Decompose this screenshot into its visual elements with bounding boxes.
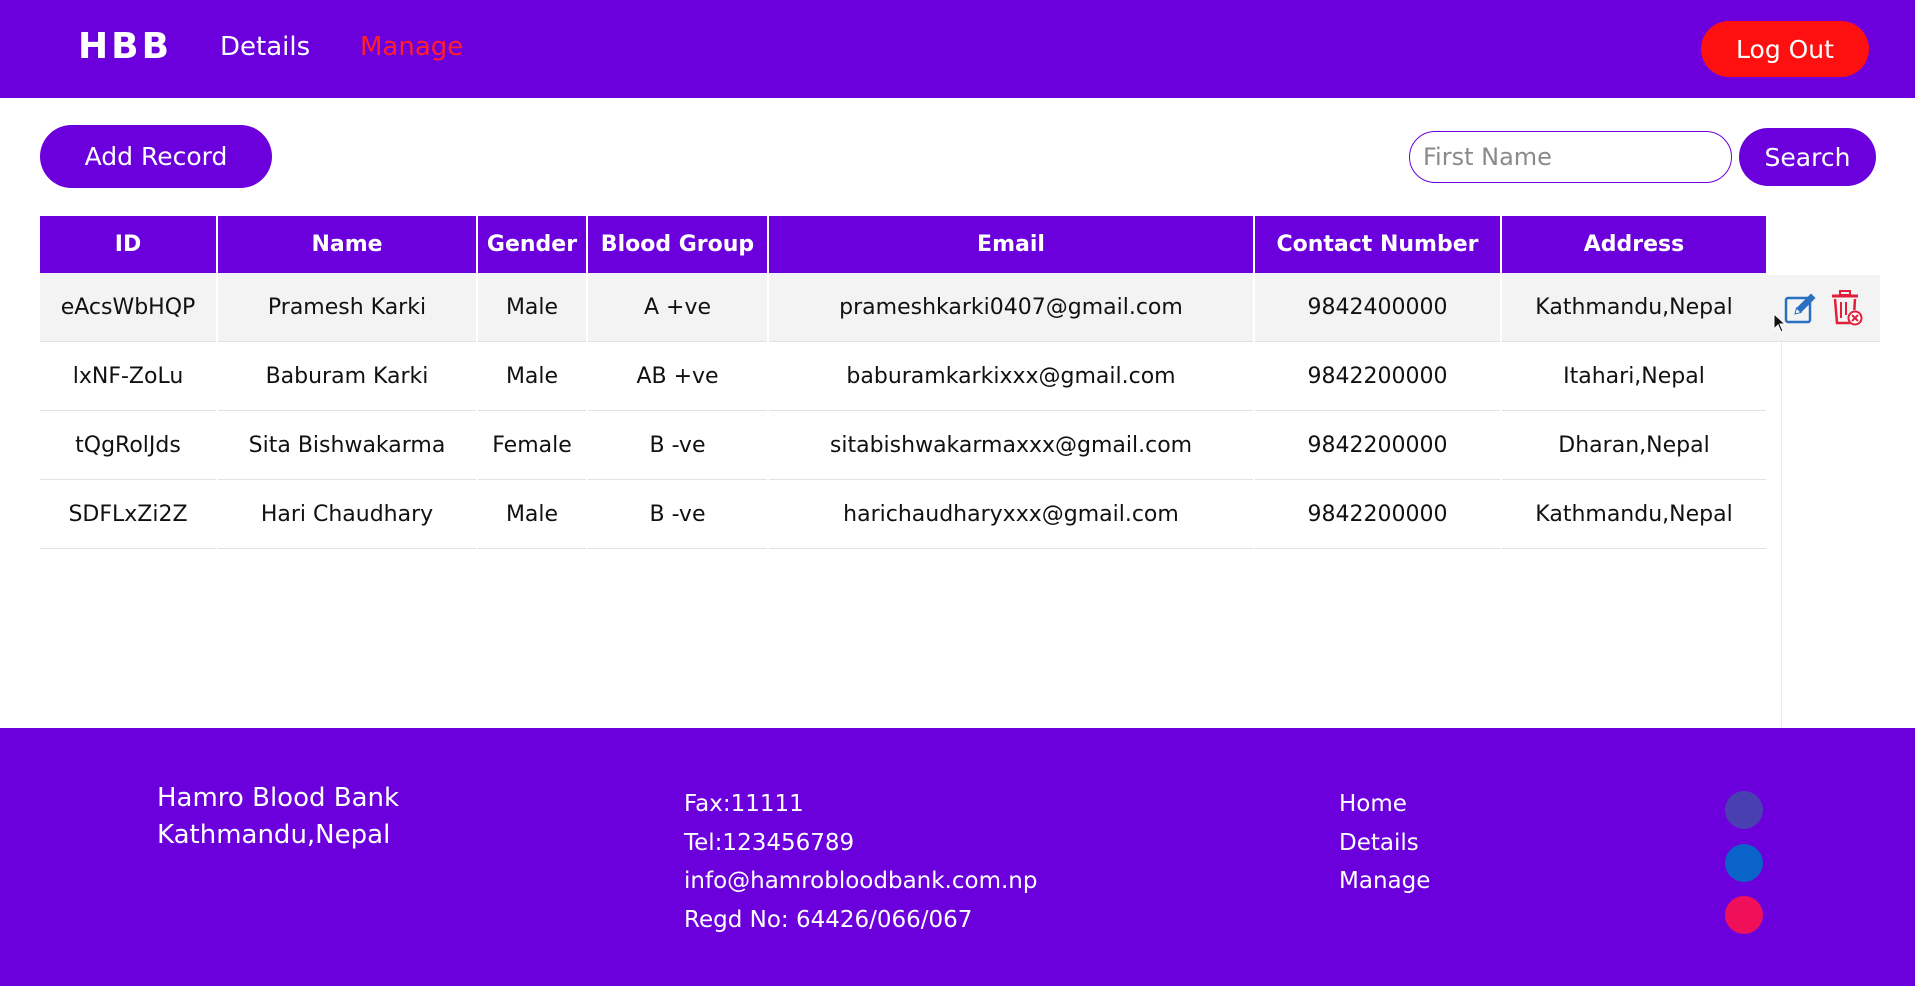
column-header-id: ID: [40, 216, 216, 273]
footer-email: info@hamrobloodbank.com.np: [684, 868, 1038, 894]
edit-icon[interactable]: [1781, 288, 1821, 328]
cell-name: Sita Bishwakarma: [218, 411, 476, 480]
table-row[interactable]: SDFLxZi2Z Hari Chaudhary Male B -ve hari…: [40, 480, 1766, 549]
table-row[interactable]: eAcsWbHQP Pramesh Karki Male A +ve prame…: [40, 273, 1766, 342]
content-divider: [1781, 342, 1782, 728]
search-input[interactable]: [1409, 131, 1732, 183]
social-icon-1[interactable]: [1725, 791, 1763, 829]
search-button[interactable]: Search: [1739, 128, 1876, 186]
footer-brand: Hamro Blood Bank Kathmandu,Nepal: [157, 780, 399, 854]
cell-contact-number: 9842200000: [1255, 411, 1500, 480]
nav-link-manage[interactable]: Manage: [360, 32, 463, 62]
cell-id: SDFLxZi2Z: [40, 480, 216, 549]
cell-address: Dharan,Nepal: [1502, 411, 1766, 480]
footer-brand-name: Hamro Blood Bank: [157, 783, 400, 813]
column-header-gender: Gender: [478, 216, 586, 273]
cell-email: baburamkarkixxx@gmail.com: [769, 342, 1253, 411]
cell-blood-group: A +ve: [588, 273, 767, 342]
footer-link-details[interactable]: Details: [1339, 824, 1430, 863]
table-row[interactable]: lxNF-ZoLu Baburam Karki Male AB +ve babu…: [40, 342, 1766, 411]
cell-address: Kathmandu,Nepal: [1502, 480, 1766, 549]
cell-gender: Male: [478, 480, 586, 549]
mouse-cursor-icon: [1773, 312, 1787, 333]
cell-id: tQgRolJds: [40, 411, 216, 480]
table-header-row: ID Name Gender Blood Group Email Contact…: [40, 216, 1766, 273]
column-header-name: Name: [218, 216, 476, 273]
cell-address: Kathmandu,Nepal: [1502, 273, 1766, 342]
cell-contact-number: 9842200000: [1255, 342, 1500, 411]
cell-blood-group: B -ve: [588, 411, 767, 480]
column-header-contact-number: Contact Number: [1255, 216, 1500, 273]
logout-button[interactable]: Log Out: [1701, 21, 1869, 77]
column-header-address: Address: [1502, 216, 1766, 273]
cell-email: prameshkarki0407@gmail.com: [769, 273, 1253, 342]
cell-blood-group: AB +ve: [588, 342, 767, 411]
footer-brand-location: Kathmandu,Nepal: [157, 820, 391, 850]
social-icon-3[interactable]: [1725, 896, 1763, 934]
footer-links: Home Details Manage: [1339, 785, 1430, 901]
cell-name: Hari Chaudhary: [218, 480, 476, 549]
column-header-blood-group: Blood Group: [588, 216, 767, 273]
records-table: ID Name Gender Blood Group Email Contact…: [38, 216, 1768, 549]
records-table-container: ID Name Gender Blood Group Email Contact…: [40, 216, 1768, 549]
cell-id: lxNF-ZoLu: [40, 342, 216, 411]
social-icon-2[interactable]: [1725, 844, 1763, 882]
cell-gender: Male: [478, 273, 586, 342]
cell-gender: Female: [478, 411, 586, 480]
footer-regd-no: Regd No: 64426/066/067: [684, 906, 973, 933]
cell-contact-number: 9842400000: [1255, 273, 1500, 342]
nav-link-details[interactable]: Details: [220, 32, 310, 62]
cell-name: Pramesh Karki: [218, 273, 476, 342]
footer-link-manage[interactable]: Manage: [1339, 862, 1430, 901]
cell-address: Itahari,Nepal: [1502, 342, 1766, 411]
column-header-email: Email: [769, 216, 1253, 273]
cell-blood-group: B -ve: [588, 480, 767, 549]
brand-logo[interactable]: HBB: [78, 26, 172, 67]
delete-icon[interactable]: [1826, 288, 1866, 328]
footer-link-home[interactable]: Home: [1339, 785, 1430, 824]
add-record-button[interactable]: Add Record: [40, 125, 272, 188]
cell-name: Baburam Karki: [218, 342, 476, 411]
footer: Hamro Blood Bank Kathmandu,Nepal Fax:111…: [0, 728, 1915, 986]
cell-email: harichaudharyxxx@gmail.com: [769, 480, 1253, 549]
footer-contact: Fax:11111 Tel:123456789 info@hamrobloodb…: [684, 785, 1037, 939]
footer-tel: Tel:123456789: [684, 829, 855, 856]
cell-id: eAcsWbHQP: [40, 273, 216, 342]
navbar: HBB Details Manage Log Out: [0, 0, 1915, 98]
cell-email: sitabishwakarmaxxx@gmail.com: [769, 411, 1253, 480]
footer-fax: Fax:11111: [684, 791, 804, 817]
cell-gender: Male: [478, 342, 586, 411]
cell-contact-number: 9842200000: [1255, 480, 1500, 549]
table-row[interactable]: tQgRolJds Sita Bishwakarma Female B -ve …: [40, 411, 1766, 480]
